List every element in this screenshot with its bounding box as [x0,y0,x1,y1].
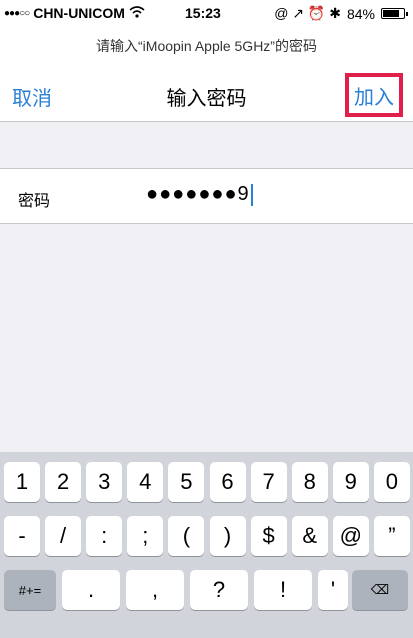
password-row[interactable]: 密码 ●●●●●●●9 [0,168,413,224]
password-masked-value: ●●●●●●●9 [146,183,250,205]
key-row3-0[interactable]: #+= [4,570,56,610]
key-row2-2[interactable]: : [86,516,123,556]
group-spacer [0,122,413,168]
key-row3-1[interactable]: . [62,570,120,610]
carrier-name: CHN-UNICOM [33,5,125,21]
network-prompt: 请输入“iMoopin Apple 5GHz”的密码 [96,38,317,54]
status-time: 15:23 [185,5,221,21]
key-row2-9[interactable]: ” [373,516,410,556]
status-icons: @ ↗ ⏰ ✱ [274,5,341,21]
key-row3-2[interactable]: , [126,570,184,610]
key-row3-6[interactable]: ⌫ [352,570,408,610]
key-row1-1[interactable]: 2 [45,462,82,502]
key-row1-4[interactable]: 5 [168,462,205,502]
status-right: @ ↗ ⏰ ✱ 84% [274,5,408,22]
key-row1-8[interactable]: 9 [332,462,369,502]
nav-bar: 取消 输入密码 加入 [0,68,413,120]
numeric-keyboard: 1234567890 - /:;() $ & @” #+=.,?! ' ⌫ [0,452,413,638]
key-row3-4[interactable]: ! [254,570,312,610]
status-bar: ●●●○○ CHN-UNICOM 15:23 @ ↗ ⏰ ✱ 84% [0,0,413,28]
key-row2-7[interactable]: & [291,516,328,556]
key-row2-6[interactable]: $ [250,516,287,556]
key-row2-8[interactable]: @ [332,516,369,556]
key-row2-0[interactable]: - [4,516,40,556]
key-row1-5[interactable]: 6 [209,462,246,502]
signal-strength-icon: ●●●○○ [4,7,30,19]
key-row1-0[interactable]: 1 [4,462,40,502]
key-row1-9[interactable]: 0 [373,462,410,502]
password-field[interactable]: ●●●●●●●9 [146,183,253,206]
form-background [0,224,413,452]
key-row1-7[interactable]: 8 [291,462,328,502]
key-row2-3[interactable]: ; [127,516,164,556]
battery-icon [381,8,408,19]
key-row1-3[interactable]: 4 [127,462,164,502]
key-row3-3[interactable]: ? [190,570,248,610]
join-button[interactable]: 加入 [345,73,403,117]
key-row1-6[interactable]: 7 [250,462,287,502]
key-row2-5[interactable]: ) [209,516,246,556]
key-row3-5[interactable]: ' [318,570,348,610]
text-cursor [250,183,253,206]
battery-percent: 84% [346,5,375,22]
key-row2-4[interactable]: ( [168,516,205,556]
key-row1-2[interactable]: 3 [86,462,123,502]
status-left: ●●●○○ CHN-UNICOM [4,5,145,21]
wifi-icon [129,5,145,21]
join-button-label: 加入 [354,86,394,109]
key-row2-1[interactable]: / [45,516,82,556]
password-label: 密码 [18,193,51,210]
